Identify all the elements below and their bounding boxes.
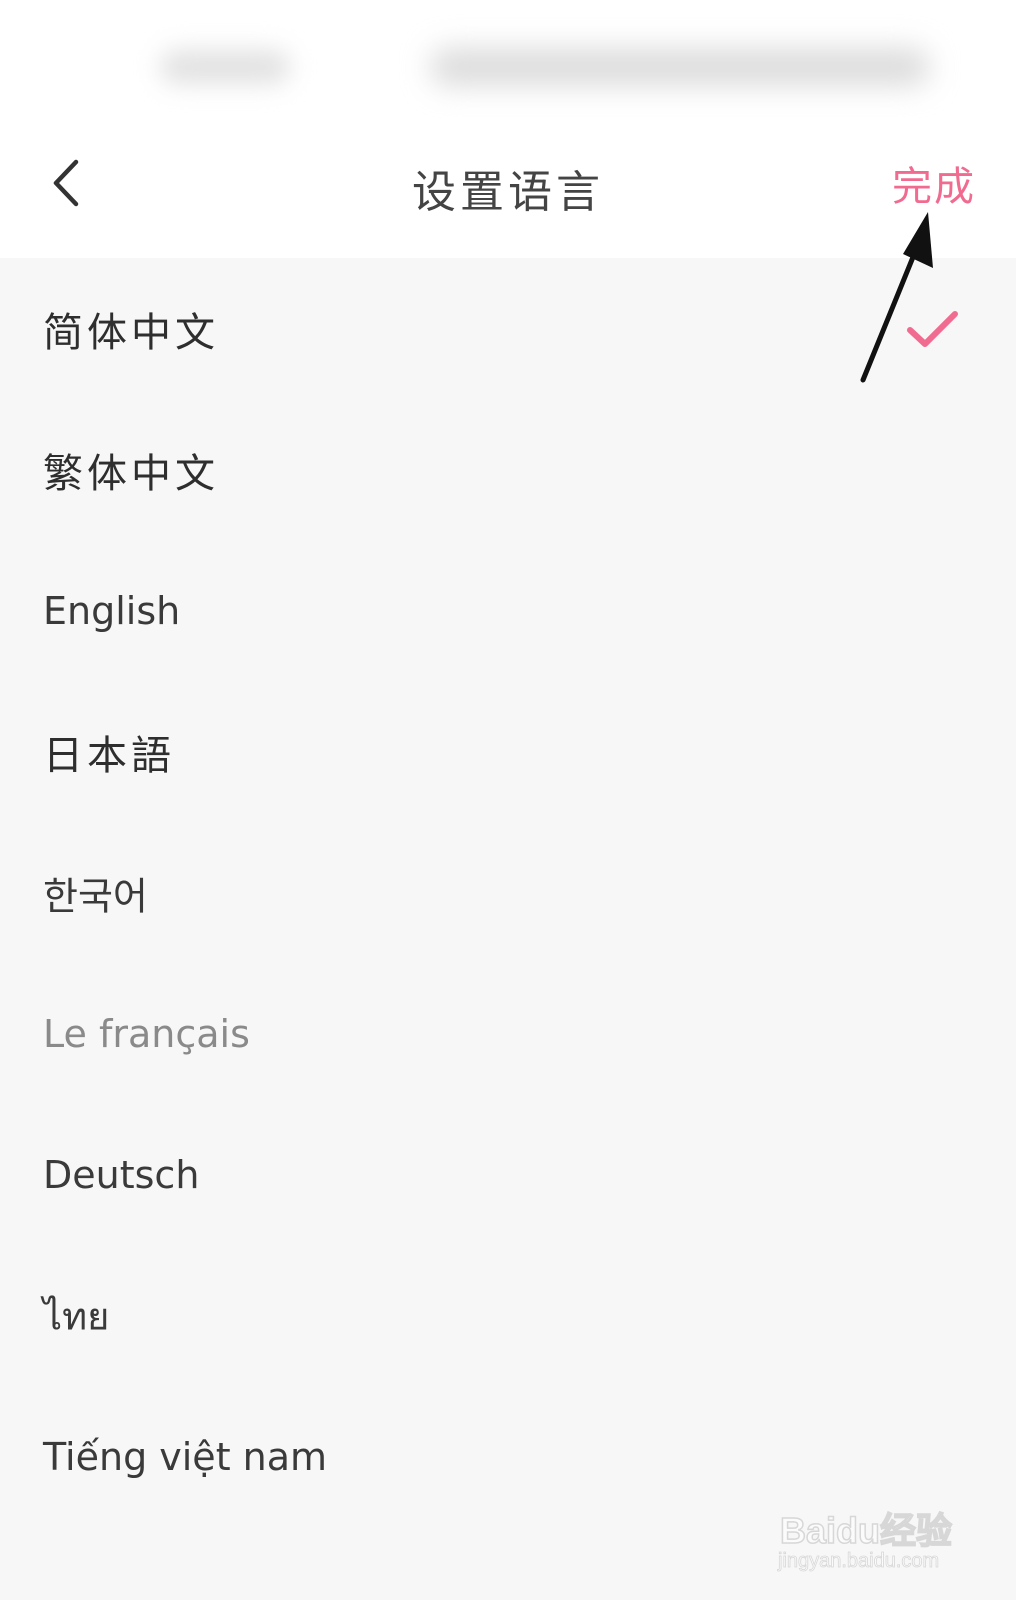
done-button[interactable]: 完成 <box>892 154 976 212</box>
language-label: 繁体中文 <box>43 450 219 497</box>
language-item-english[interactable]: English <box>0 540 1016 681</box>
language-item-thai[interactable]: ไทย <box>0 1245 1016 1386</box>
watermark-brand: Baidu经验 <box>779 1509 953 1552</box>
blurred-area <box>430 48 930 86</box>
language-list: 简体中文 繁体中文 English 日本語 한국어 Le français De… <box>0 258 1016 1527</box>
watermark: Baidu经验 jingyan.baidu.com <box>772 1484 972 1584</box>
language-label: English <box>43 588 181 633</box>
language-label: Le français <box>43 1011 250 1056</box>
blurred-area <box>160 50 290 84</box>
checkmark-icon <box>907 310 958 347</box>
language-label: Tiếng việt nam <box>43 1434 328 1479</box>
language-item-french[interactable]: Le français <box>0 963 1016 1104</box>
page-title: 设置语言 <box>412 167 604 218</box>
status-bar-blurred <box>0 0 1016 130</box>
nav-header: 设置语言 完成 <box>0 118 1016 258</box>
language-item-simplified-chinese[interactable]: 简体中文 <box>0 258 1016 399</box>
language-item-korean[interactable]: 한국어 <box>0 822 1016 963</box>
language-label: 한국어 <box>43 874 148 918</box>
language-label: 简体中文 <box>43 309 219 356</box>
language-item-german[interactable]: Deutsch <box>0 1104 1016 1245</box>
language-item-japanese[interactable]: 日本語 <box>0 681 1016 822</box>
language-label: 日本語 <box>43 732 175 779</box>
language-item-traditional-chinese[interactable]: 繁体中文 <box>0 399 1016 540</box>
watermark-url: jingyan.baidu.com <box>778 1550 940 1573</box>
language-label: ไทย <box>43 1294 110 1338</box>
language-label: Deutsch <box>43 1152 200 1197</box>
